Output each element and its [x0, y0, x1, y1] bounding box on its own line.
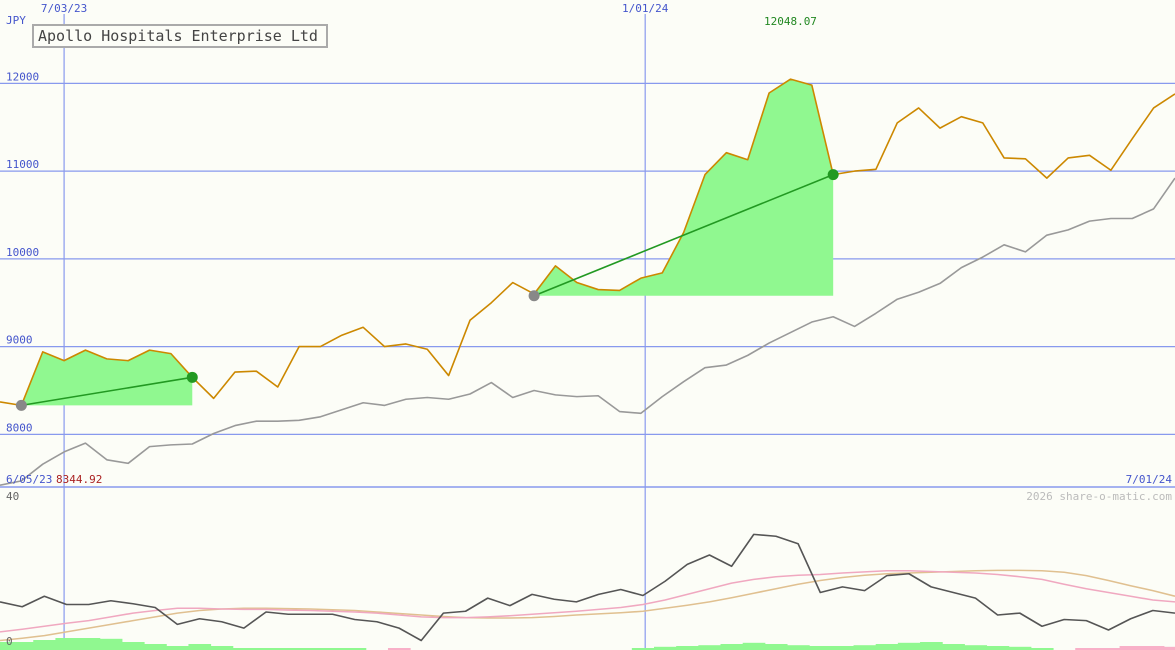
- x-start-label: 6/05/23: [6, 473, 52, 486]
- indicator-bar: [33, 640, 56, 650]
- y-tick-label: 10000: [6, 246, 39, 259]
- chart-title: Apollo Hospitals Enterprise Ltd: [38, 27, 318, 45]
- indicator-dark-line: [0, 533, 1175, 642]
- y-tick-label: 11000: [6, 158, 39, 171]
- trend-start-dot: [15, 399, 27, 411]
- trend-end-dot: [186, 371, 198, 383]
- indicator-bar: [99, 638, 123, 650]
- price-line: [0, 78, 1175, 407]
- indicator-bar: [809, 646, 832, 650]
- indicator-bar: [144, 644, 167, 650]
- max-value-label: 12048.07: [764, 15, 817, 28]
- y-tick-label: 8000: [6, 421, 33, 434]
- indicator-bar: [676, 646, 699, 650]
- highlight-area: [534, 79, 834, 296]
- indicator-bar: [920, 642, 943, 650]
- indicator-bar: [853, 645, 877, 650]
- indicator-bar: [1141, 646, 1165, 650]
- label-layer: JPY 7/03/23 1/01/24 12048.07 6/05/23 834…: [6, 2, 1172, 648]
- indicator-bar: [964, 645, 988, 650]
- indicator-bottom-tick: 0: [6, 635, 13, 648]
- indicator-bar: [875, 644, 899, 650]
- currency-label: JPY: [6, 14, 26, 27]
- footer-credit: 2026 share-o-matic.com: [1026, 490, 1172, 503]
- benchmark-line: [0, 177, 1175, 487]
- indicator-bar: [742, 642, 766, 650]
- indicator-bar: [121, 642, 145, 650]
- indicator-tan-line: [0, 569, 1175, 642]
- indicator-bar: [787, 645, 810, 650]
- indicator-bar: [698, 645, 722, 650]
- indicator-bar: [764, 644, 788, 650]
- trend-end-dot: [827, 169, 839, 181]
- x-marker-label: 7/03/23: [41, 2, 87, 15]
- indicator-bar: [986, 646, 1010, 650]
- indicator-bar: [11, 642, 34, 650]
- trend-start-dot: [528, 290, 540, 302]
- indicator-bar: [1119, 646, 1143, 650]
- y-tick-label: 12000: [6, 70, 39, 83]
- grid-layer: 8000 9000 10000 11000 12000: [0, 14, 1175, 650]
- x-end-label: 7/01/24: [1126, 473, 1173, 486]
- indicator-bar: [210, 646, 234, 650]
- indicator-bar: [897, 642, 921, 650]
- y-tick-label: 9000: [6, 334, 33, 347]
- highlight-layer: [21, 79, 834, 406]
- indicator-top-tick: 40: [6, 490, 19, 503]
- indicator-bar: [188, 644, 212, 650]
- x-marker-label: 1/01/24: [622, 2, 669, 15]
- indicator-bar: [831, 646, 855, 650]
- indicator-bar: [55, 638, 79, 650]
- indicator-bar: [77, 638, 101, 650]
- start-value-label: 8344.92: [56, 473, 102, 486]
- indicator-bar: [720, 644, 744, 650]
- indicator-bar: [166, 646, 189, 650]
- indicator-bar: [942, 644, 965, 650]
- price-chart: 8000 9000 10000 11000 12000 JPY 7/03/23 1/01…: [0, 2, 1175, 650]
- chart-stage: 8000 9000 10000 11000 12000 JPY 7/03/23 1/01…: [0, 0, 1175, 650]
